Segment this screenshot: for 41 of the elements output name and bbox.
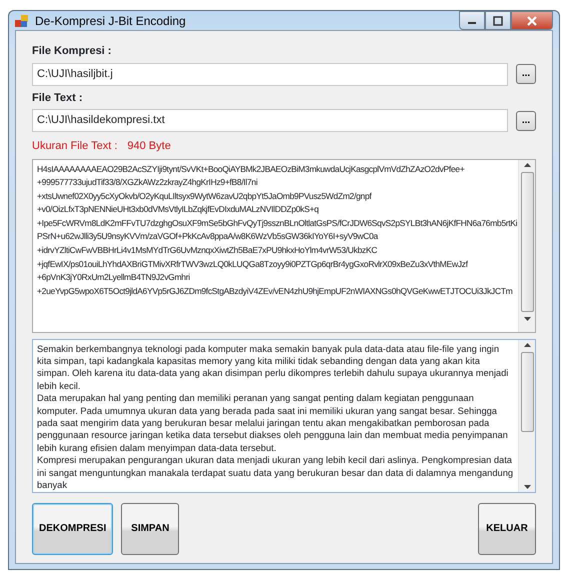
encoded-text-line: +idrvYZltiCwFwVBBHrLi4v1MsMYdTrG6UvMznqxXiwtZh5BaE7xPU9hkxHoYlm4vrW53/UkbzKC: [37, 244, 378, 258]
maximize-icon: [493, 16, 503, 26]
text-paragraph: Data merupakan hal yang penting dan memiliki peranan yang sangat penting dalam kegiatan penggunaan komputer. Pada umumnya ukuran data yang berada pada saat ini memiliki ukuran yang sangat besar. Sehingga pada saat mengirim data yang berukuran besar melalui jaringan tentu akan mengakibatkan pemborosan pada penggunaan resource jaringan ketika data tersebut diakses oleh pengguna lain dan membuat media penyimpanan lebih kurang efisien dalam menyimpan data-data tersebut.: [37, 392, 509, 454]
scrollbar[interactable]: [518, 340, 535, 492]
scroll-thumb[interactable]: [520, 172, 534, 312]
encoded-text-line: +999577733ujudTif33/8/XGZkAWz2zkrayZ4hgKrIHz9+fB8/Il7ni: [37, 176, 258, 190]
minimize-button[interactable]: [459, 11, 485, 30]
field-label: File Kompresi :: [32, 44, 112, 59]
encoded-text-line: +2ueYvpG5wpoX6T5Oct9jldA6YVp5rGJ6ZDm9fcStgABzdyiV4ZEv/vEN4zhU9hjEmpUF2nWIAXNGs0hQVGeKwwETJTOCUi3JkJCTm: [37, 284, 512, 298]
encoded-text-area[interactable]: [32, 158, 536, 332]
encoded-text-line: PSrN+u62wJlli3y5U9nsyKVVm/zaVGOf+PkKcAv8ppaA/w8K6WzVb5sGW36kIYoY6I+syV9wC0a: [37, 230, 378, 244]
close-button[interactable]: [511, 11, 553, 30]
browse-button[interactable]: ...: [516, 110, 536, 130]
action-button[interactable]: SIMPAN: [121, 502, 180, 554]
encoded-text-line: +xtsUwnef02X0yy5cXyOkvb/O2yKquLIltsyx9WytW6zavU2qbpYt5JaOmb9PVusz5WdZm2/gnpf: [37, 190, 372, 203]
encoded-text-line: H4sIAAAAAAAAEAO29B2AcSZYIji9tynt/SvVKt+BooQiAYBMk2JBAEOzBiM3mkuwdaUcjKasgcplVmVdZhZAzO2dvPfee+: [37, 162, 464, 176]
scroll-up-icon[interactable]: [522, 342, 532, 348]
file-size-value: 940 Byte: [127, 139, 171, 154]
encoded-text-line: +v0/OizLfxT3pNENNieUHt3xb0dVMsVtlyILbZqkjfEvDIxduMALzNVIlDDZp0kS+q: [37, 203, 319, 216]
action-button[interactable]: DEKOMPRESI: [32, 502, 114, 554]
scroll-thumb[interactable]: [520, 352, 534, 432]
scroll-up-icon[interactable]: [522, 162, 532, 168]
path-field[interactable]: C:\UJI\hasiljbit.j: [32, 62, 508, 86]
text-paragraph: Kompresi merupakan pengurangan ukuran data menjadi ukuran yang lebih kecil dari aslinya. Pengkompresian data ini sangat menguntungkan manakala terdapat suatu data yang berukuran besar dan data di dalamnya mengandung banyak: [37, 454, 514, 492]
encoded-text-line: +jqfEwIX/ps01ouiLhYhdAXBriGTMivXRfrTWV3wzLQ0kLUQGa8Tzoyy9i0PZTGp6qrBr4ygGxoRvlrX09xBeZu3xVthMEwJzf: [37, 258, 468, 271]
file-size-label: Ukuran File Text :: [32, 139, 118, 154]
text-paragraph: Semakin berkembangnya teknologi pada komputer maka semakin banyak pula data-data atau file-file yang ingin kita simpan, tapi kadangkala kapasitas memory yang kita miliki tidak sebanding dengan data yang akan kita simpan. Oleh karena itu data-data yang akan disimpan perlu dikompres terlebih dahulu supaya ukurannya menjadi lebih kecil.: [37, 342, 510, 392]
path-field[interactable]: C:\UJI\hasildekompresi.txt: [32, 109, 508, 132]
action-button[interactable]: KELUAR: [478, 502, 536, 554]
encoded-text-line: +6pVnK3jY0RxUm2LyellmB4TN9J2vGmhri: [37, 271, 190, 284]
app-icon: [15, 14, 29, 28]
scroll-down-icon[interactable]: [522, 316, 532, 322]
browse-button[interactable]: ...: [516, 64, 536, 84]
scrollbar[interactable]: [518, 160, 535, 332]
decompressed-text-area[interactable]: [32, 338, 536, 492]
close-icon: [526, 16, 538, 26]
window-title: De-Kompresi J-Bit Encoding: [35, 12, 186, 30]
maximize-button[interactable]: [485, 11, 511, 30]
scroll-down-icon[interactable]: [522, 484, 532, 490]
field-label: File Text :: [32, 90, 84, 106]
encoded-text-line: +Ipe5FcWRVm8LdK2mFFvTU7dzghgOsuXF9mSe5bGhFvQyTj9ssznBLnOltlatGsPS/fCrJDW6SqvS2pSYLBt3hAN6jKfFHN6a76mb5rtKi: [37, 216, 518, 230]
